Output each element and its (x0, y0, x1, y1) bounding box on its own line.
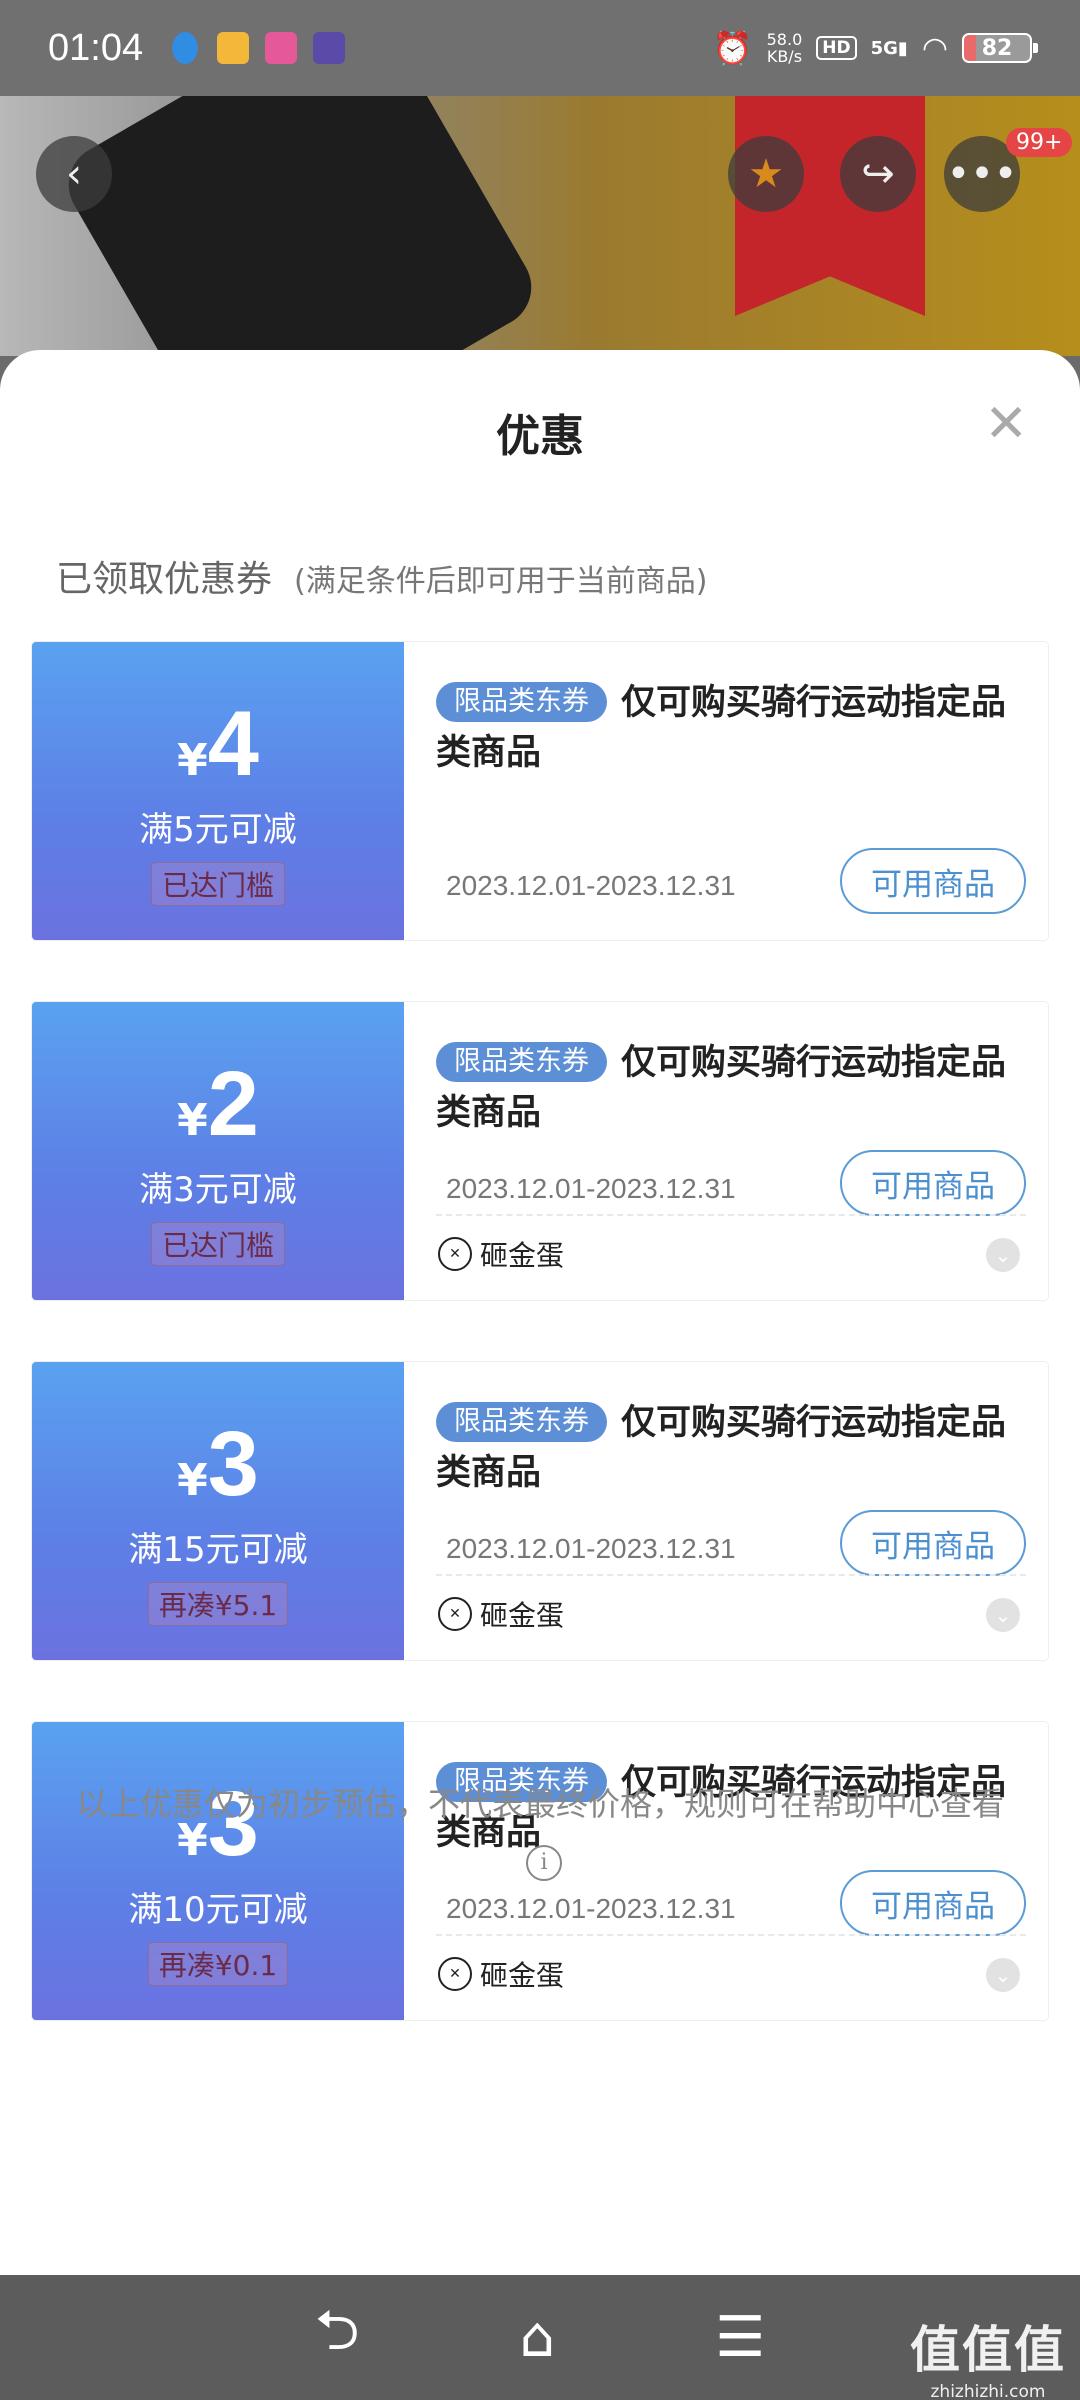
coupon-type-tag: 限品类东券 (436, 1402, 607, 1442)
currency-symbol: ¥ (177, 735, 208, 786)
menu-icon[interactable]: ☰ (715, 2305, 765, 2370)
coupon-title: 限品类东券 仅可购买骑行运动指定品类商品 (436, 1038, 1026, 1138)
coupon-validity: 2023.12.01-2023.12.31 (446, 1533, 736, 1564)
alarm-icon: ⏰ (712, 29, 753, 67)
coupon-footer: ✕ 砸金蛋 ⌄ (436, 1214, 1026, 1272)
coupon-type-tag: 限品类东券 (436, 1042, 607, 1082)
coupon-details: 限品类东券 仅可购买骑行运动指定品类商品 2023.12.01-2023.12.3… (436, 1398, 1026, 1632)
amount-value: 2 (207, 1053, 259, 1155)
home-icon[interactable]: ⌂ (520, 2305, 556, 2370)
coupon-amount: ¥4 (32, 692, 404, 797)
chevron-down-icon[interactable]: ⌄ (986, 1238, 1020, 1272)
golden-egg-icon: ✕ (438, 1597, 472, 1631)
coupon-title: 限品类东券 仅可购买骑行运动指定品类商品 (436, 1398, 1026, 1498)
coupon-condition: 满15元可减 (128, 1530, 308, 1570)
coupon-source-label: 砸金蛋 (480, 1599, 565, 1632)
info-icon[interactable]: i (526, 1845, 562, 1881)
available-goods-button[interactable]: 可用商品 (840, 1150, 1026, 1216)
golden-egg-icon: ✕ (438, 1237, 472, 1271)
chevron-down-icon[interactable]: ⌄ (986, 1598, 1020, 1632)
message-count-badge: 99+ (1006, 128, 1073, 157)
coupon-value-panel: ¥4 满5元可减 已达门槛 (32, 642, 404, 940)
coupon-amount: ¥3 (32, 1412, 404, 1517)
amount-value: 3 (207, 1413, 259, 1515)
coupon-source: ✕ 砸金蛋 (438, 1234, 564, 1274)
signal-5g-icon: 5G▮ (870, 37, 908, 59)
disclaimer: 以上优惠仅为初步预估，不代表最终价格，规则可在帮助中心查看 i (60, 1780, 1020, 1881)
net-speed: 58.0 KB/s (767, 31, 803, 65)
wifi-icon: ◠ (921, 30, 948, 66)
coupon-source: ✕ 砸金蛋 (438, 1954, 564, 1994)
chevron-down-icon[interactable]: ⌄ (986, 1958, 1020, 1992)
favorite-button[interactable]: ★ (728, 136, 804, 212)
product-image (54, 96, 546, 356)
status-time: 01:04 (48, 26, 144, 69)
hd-icon: HD (816, 36, 857, 60)
back-button[interactable]: ‹ (36, 136, 112, 212)
amount-value: 4 (207, 693, 259, 795)
share-icon: ↪ (861, 151, 895, 197)
app-notification-icon (313, 32, 346, 64)
currency-symbol: ¥ (177, 1455, 208, 1506)
coupon-value-panel: ¥2 满3元可减 已达门槛 (32, 1002, 404, 1300)
section-title: 已领取优惠券 (56, 559, 273, 600)
coupon-validity: 2023.12.01-2023.12.31 (446, 1173, 736, 1204)
currency-symbol: ¥ (177, 1095, 208, 1146)
coupon-card[interactable]: ¥4 满5元可减 已达门槛 限品类东券 仅可购买骑行运动指定品类商品 2023.1… (32, 642, 1048, 940)
threshold-badge: 再凑¥5.1 (147, 1582, 289, 1626)
watermark: 值值值 zhizhizhi.com (910, 2310, 1066, 2400)
share-button[interactable]: ↪ (840, 136, 916, 212)
disclaimer-text: 以上优惠仅为初步预估，不代表最终价格，规则可在帮助中心查看 (75, 1785, 1004, 1823)
coupon-validity: 2023.12.01-2023.12.31 (446, 870, 736, 901)
sheet-title: 优惠 (496, 411, 584, 462)
watermark-logo: 值值值 (910, 2321, 1066, 2379)
coupon-validity: 2023.12.01-2023.12.31 (446, 1893, 736, 1924)
available-goods-button[interactable]: 可用商品 (840, 848, 1026, 914)
coupon-card[interactable]: ¥3 满15元可减 再凑¥5.1 限品类东券 仅可购买骑行运动指定品类商品 202… (32, 1362, 1048, 1660)
section-header: 已领取优惠券 (满足条件后即可用于当前商品) (56, 550, 707, 602)
qq-icon (172, 32, 198, 64)
coupon-source: ✕ 砸金蛋 (438, 1594, 564, 1634)
back-nav-icon[interactable]: ⮌ (315, 2290, 360, 2385)
more-dots-icon: ••• (946, 151, 1018, 197)
chevron-left-icon: ‹ (66, 151, 82, 197)
status-bar: 01:04 ⏰ 58.0 KB/s HD 5G▮ ◠ 82 (0, 0, 1080, 96)
watermark-url: zhizhizhi.com (930, 2382, 1046, 2400)
available-goods-button[interactable]: 可用商品 (840, 1510, 1026, 1576)
close-icon: ✕ (984, 394, 1028, 454)
signal-label: 5G (870, 37, 898, 59)
coupon-source-label: 砸金蛋 (480, 1239, 565, 1272)
app-notification-icon (217, 32, 250, 64)
coupon-condition: 满10元可减 (128, 1890, 308, 1930)
coupon-sheet: 优惠 ✕ 已领取优惠券 (满足条件后即可用于当前商品) ¥4 满5元可减 已达门… (0, 350, 1080, 2275)
product-image-header: ‹ ★ ↪ ••• (0, 96, 1080, 356)
net-speed-unit: KB/s (766, 47, 803, 66)
coupon-condition: 满3元可减 (139, 1170, 297, 1210)
coupon-amount: ¥2 (32, 1052, 404, 1157)
star-icon: ★ (748, 151, 784, 197)
coupon-value-panel: ¥3 满15元可减 再凑¥5.1 (32, 1362, 404, 1660)
coupon-source-label: 砸金蛋 (480, 1959, 565, 1992)
threshold-badge: 再凑¥0.1 (147, 1942, 289, 1986)
threshold-badge: 已达门槛 (150, 1222, 286, 1266)
close-button[interactable]: ✕ (984, 398, 1028, 450)
coupon-details: 限品类东券 仅可购买骑行运动指定品类商品 2023.12.01-2023.12.3… (436, 1038, 1026, 1272)
coupon-footer: ✕ 砸金蛋 ⌄ (436, 1934, 1026, 1992)
coupon-title: 限品类东券 仅可购买骑行运动指定品类商品 (436, 678, 1026, 778)
coupon-footer: ✕ 砸金蛋 ⌄ (436, 1574, 1026, 1632)
section-note: (满足条件后即可用于当前商品) (294, 564, 708, 599)
threshold-badge: 已达门槛 (150, 862, 286, 906)
battery-icon: 82 (962, 33, 1038, 63)
coupon-condition: 满5元可减 (139, 810, 297, 850)
app-notification-icon (265, 32, 298, 64)
coupon-type-tag: 限品类东券 (436, 682, 607, 722)
coupon-details: 限品类东券 仅可购买骑行运动指定品类商品 2023.12.01-2023.12.3… (436, 678, 1026, 914)
golden-egg-icon: ✕ (438, 1957, 472, 1991)
coupon-card[interactable]: ¥2 满3元可减 已达门槛 限品类东券 仅可购买骑行运动指定品类商品 2023.1… (32, 1002, 1048, 1300)
